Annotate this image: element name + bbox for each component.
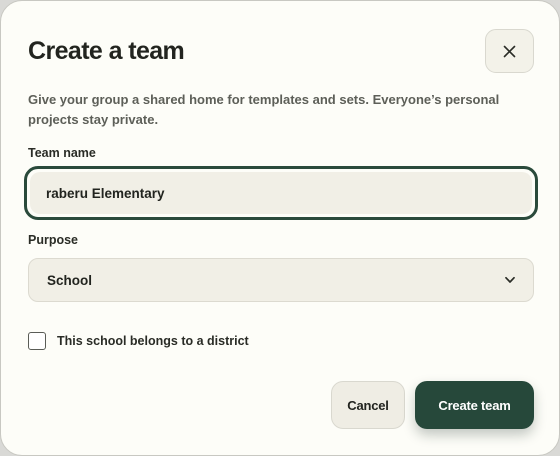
team-name-input[interactable] (30, 172, 532, 214)
district-checkbox-row: This school belongs to a district (28, 332, 249, 350)
dialog-title: Create a team (28, 37, 185, 65)
purpose-label: Purpose (28, 233, 79, 247)
district-checkbox-label[interactable]: This school belongs to a district (57, 334, 249, 348)
purpose-selected-value: School (47, 272, 93, 288)
purpose-select[interactable]: School (28, 258, 534, 302)
create-team-dialog: Create a team Give your group a shared h… (0, 0, 560, 456)
team-name-field-focus-ring (24, 166, 538, 220)
district-checkbox[interactable] (28, 332, 46, 350)
close-button[interactable] (485, 29, 534, 73)
team-name-label: Team name (28, 146, 96, 160)
dialog-description: Give your group a shared home for templa… (28, 92, 500, 127)
chevron-down-icon (505, 276, 515, 283)
close-icon (503, 45, 516, 57)
cancel-button[interactable]: Cancel (331, 381, 405, 429)
create-team-button[interactable]: Create team (415, 381, 534, 429)
